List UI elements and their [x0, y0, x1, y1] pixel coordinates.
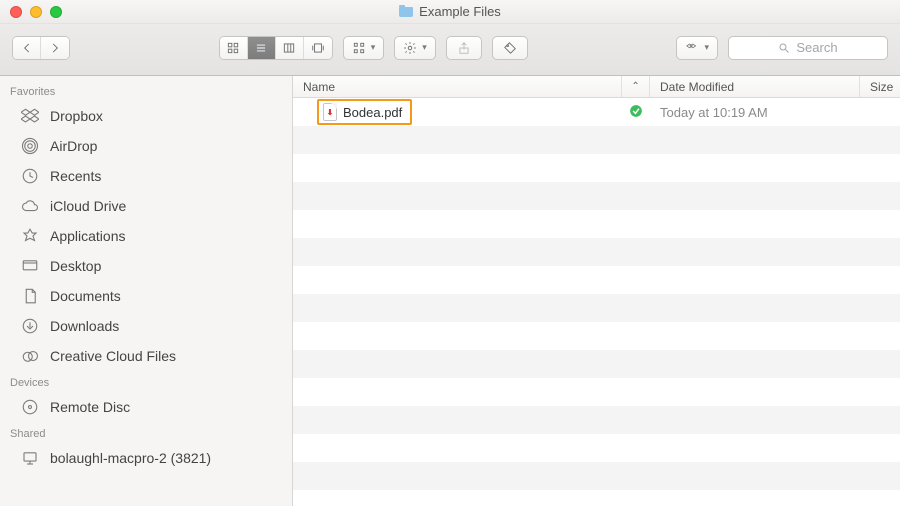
empty-row [293, 406, 900, 434]
file-name: Bodea.pdf [343, 105, 402, 120]
sidebar-heading-devices: Devices [0, 371, 292, 392]
nav-history [12, 36, 70, 60]
view-columns-button[interactable] [276, 37, 304, 59]
dropbox-menu-button[interactable]: ▾ [676, 36, 718, 60]
empty-row [293, 322, 900, 350]
sidebar: Favorites Dropbox AirDrop Recents iCloud… [0, 76, 293, 506]
file-highlight: ⬇ Bodea.pdf [317, 99, 412, 125]
folder-icon [399, 7, 413, 17]
disc-icon [20, 398, 40, 416]
toolbar: ▾ ▾ ▾ Search [0, 24, 900, 76]
file-list: Name ⌃ Date Modified Size ⬇ Bodea.pdf [293, 76, 900, 506]
sync-status-icon [622, 104, 650, 121]
empty-row [293, 434, 900, 462]
main: Favorites Dropbox AirDrop Recents iCloud… [0, 76, 900, 506]
window-controls [0, 6, 62, 18]
titlebar: Example Files [0, 0, 900, 24]
document-icon [20, 287, 40, 305]
window-title: Example Files [419, 4, 501, 19]
chevron-down-icon: ▾ [704, 42, 709, 53]
fullscreen-window-button[interactable] [50, 6, 62, 18]
sidebar-item-label: AirDrop [50, 138, 97, 154]
creative-cloud-icon [20, 347, 40, 365]
pdf-file-icon: ⬇ [323, 103, 337, 121]
column-header-size[interactable]: Size [860, 76, 900, 97]
view-icons-button[interactable] [220, 37, 248, 59]
computer-icon [20, 449, 40, 467]
empty-row [293, 182, 900, 210]
applications-icon [20, 227, 40, 245]
chevron-up-icon: ⌃ [631, 81, 639, 92]
empty-row [293, 462, 900, 490]
sidebar-item-creative-cloud[interactable]: Creative Cloud Files [0, 341, 292, 371]
empty-row [293, 154, 900, 182]
file-rows: ⬇ Bodea.pdf Today at 10:19 AM [293, 98, 900, 506]
column-label: Size [870, 80, 893, 94]
empty-row [293, 378, 900, 406]
sidebar-item-dropbox[interactable]: Dropbox [0, 101, 292, 131]
empty-row [293, 126, 900, 154]
share-button[interactable] [446, 36, 482, 60]
column-header-date[interactable]: Date Modified [650, 76, 860, 97]
desktop-icon [20, 257, 40, 275]
sidebar-item-recents[interactable]: Recents [0, 161, 292, 191]
dropbox-icon [20, 107, 40, 125]
sidebar-item-label: bolaughl-macpro-2 (3821) [50, 450, 211, 466]
sidebar-item-desktop[interactable]: Desktop [0, 251, 292, 281]
search-icon [778, 42, 790, 54]
close-window-button[interactable] [10, 6, 22, 18]
column-header-name[interactable]: Name [293, 76, 622, 97]
chevron-down-icon: ▾ [422, 42, 427, 53]
minimize-window-button[interactable] [30, 6, 42, 18]
sidebar-item-applications[interactable]: Applications [0, 221, 292, 251]
sidebar-item-documents[interactable]: Documents [0, 281, 292, 311]
sidebar-item-label: Remote Disc [50, 399, 130, 415]
action-menu-button[interactable]: ▾ [394, 36, 436, 60]
back-button[interactable] [13, 37, 41, 59]
chevron-down-icon: ▾ [371, 42, 376, 53]
column-label: Date Modified [660, 80, 734, 94]
forward-button[interactable] [41, 37, 69, 59]
sidebar-item-label: Documents [50, 288, 121, 304]
view-list-button[interactable] [248, 37, 276, 59]
sidebar-item-shared-computer[interactable]: bolaughl-macpro-2 (3821) [0, 443, 292, 473]
file-date: Today at 10:19 AM [650, 105, 860, 120]
sidebar-item-label: Creative Cloud Files [50, 348, 176, 364]
empty-row [293, 294, 900, 322]
sidebar-item-icloud[interactable]: iCloud Drive [0, 191, 292, 221]
empty-row [293, 238, 900, 266]
sidebar-item-label: iCloud Drive [50, 198, 126, 214]
sidebar-item-label: Desktop [50, 258, 101, 274]
view-gallery-button[interactable] [304, 37, 332, 59]
sidebar-item-label: Applications [50, 228, 126, 244]
download-icon [20, 317, 40, 335]
sidebar-item-remote-disc[interactable]: Remote Disc [0, 392, 292, 422]
search-input[interactable]: Search [728, 36, 888, 60]
sidebar-heading-favorites: Favorites [0, 80, 292, 101]
empty-row [293, 210, 900, 238]
sort-indicator[interactable]: ⌃ [622, 76, 650, 97]
column-label: Name [303, 80, 335, 94]
view-mode-segment [219, 36, 333, 60]
sidebar-item-label: Downloads [50, 318, 119, 334]
sidebar-item-label: Recents [50, 168, 101, 184]
airdrop-icon [20, 137, 40, 155]
sidebar-item-airdrop[interactable]: AirDrop [0, 131, 292, 161]
sidebar-item-downloads[interactable]: Downloads [0, 311, 292, 341]
clock-icon [20, 167, 40, 185]
arrange-button[interactable]: ▾ [343, 36, 385, 60]
empty-row [293, 350, 900, 378]
sidebar-heading-shared: Shared [0, 422, 292, 443]
sidebar-item-label: Dropbox [50, 108, 103, 124]
column-header-row: Name ⌃ Date Modified Size [293, 76, 900, 98]
file-row[interactable]: ⬇ Bodea.pdf Today at 10:19 AM [293, 98, 900, 126]
empty-row [293, 266, 900, 294]
cloud-icon [20, 197, 40, 215]
tags-button[interactable] [492, 36, 528, 60]
search-placeholder: Search [796, 40, 837, 55]
empty-row [293, 490, 900, 506]
